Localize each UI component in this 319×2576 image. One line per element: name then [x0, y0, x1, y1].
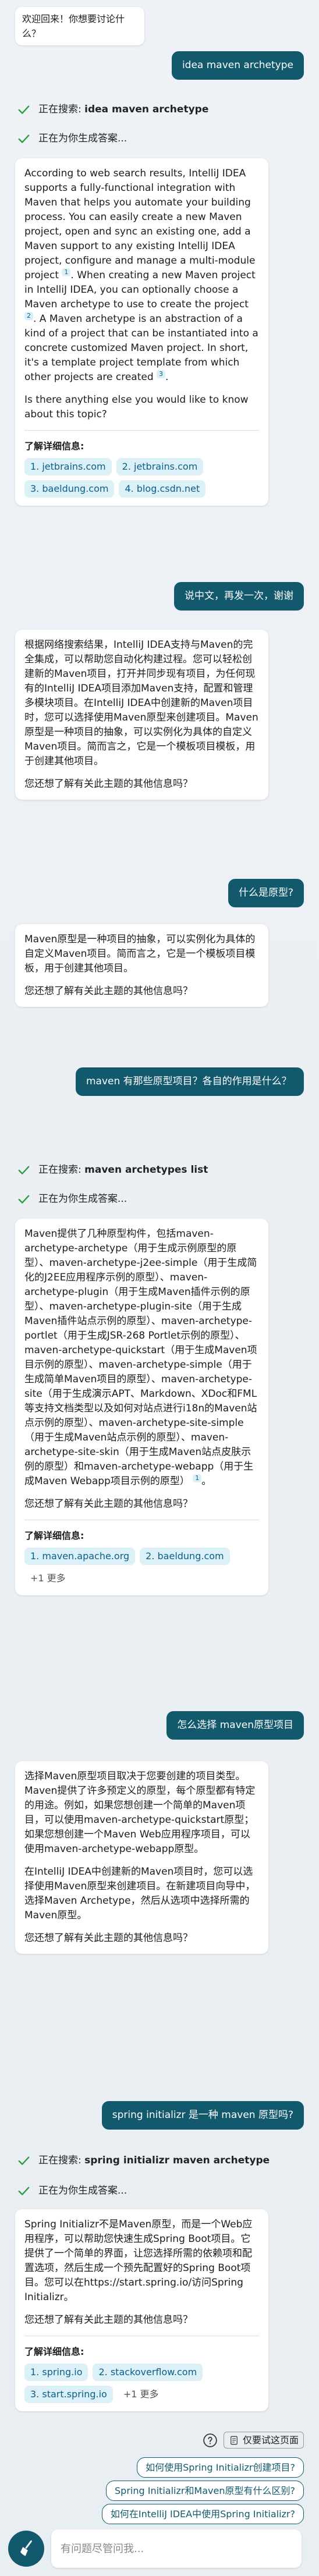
user-message-text: 说中文，再发一次，谢谢 [185, 590, 293, 602]
check-icon [18, 1165, 30, 1175]
help-icon[interactable] [203, 2433, 218, 2448]
answer-paragraph: 在IntelliJ IDEA中创建新的Maven项目时，您可以选择使用Maven… [24, 1866, 256, 1921]
user-message: 说中文，再发一次，谢谢 [174, 582, 304, 611]
citation-ref[interactable]: 1 [193, 1474, 202, 1483]
answer-paragraph: Maven原型是一种项目的抽象，可以实例化为具体的自定义Maven项目。简而言之… [24, 934, 256, 974]
feedback-row: 仅要试这页面 [203, 2432, 304, 2449]
search-status: 正在搜索: idea maven archetype [17, 102, 208, 117]
search-label: 正在搜索: [38, 1164, 81, 1176]
source-link[interactable]: 2. baeldung.com [140, 1548, 230, 1565]
search-status: 正在搜索: spring initializr maven archetype [17, 2153, 270, 2168]
input-placeholder: 有问题尽管问我... [61, 2542, 144, 2555]
answer-paragraph: 您还想了解有关此主题的其他信息吗？ [24, 1932, 193, 1944]
check-icon [18, 1194, 30, 1204]
generating-status: 正在为你生成答案... [17, 2184, 127, 2198]
composer-bar: 有问题尽管问我... [0, 2524, 319, 2576]
new-topic-button[interactable] [8, 2531, 44, 2567]
learn-more-title: 了解详细信息: [24, 1530, 84, 1541]
answer-paragraph: 您还想了解有关此主题的其他信息吗？ [24, 1498, 193, 1510]
bot-answer: 选择Maven原型项目取决于您要创建的项目类型。Maven提供了许多预定义的原型… [15, 1761, 268, 1954]
answer-paragraph: 选择Maven原型项目取决于您要创建的项目类型。Maven提供了许多预定义的原型… [24, 1770, 256, 1855]
suggestion-text: Spring Initializr和Maven原型有什么区别? [115, 2485, 295, 2496]
source-list: 1. spring.io 2. stackoverflow.com 3. sta… [24, 2364, 259, 2403]
suggestion-chip[interactable]: 如何在IntelliJ IDEA中使用Spring Initializr? [101, 2504, 304, 2524]
source-link[interactable]: 2. stackoverflow.com [93, 2364, 203, 2381]
source-link[interactable]: 4. blog.csdn.net [119, 480, 206, 498]
citation-ref[interactable]: 2 [24, 312, 33, 321]
answer-paragraph: Spring Initializr不是Maven原型，而是一个Web应用程序，可… [24, 2219, 253, 2303]
bot-answer: Maven原型是一种项目的抽象，可以实例化为具体的自定义Maven项目。简而言之… [15, 924, 268, 1007]
generating-status: 正在为你生成答案... [17, 1192, 127, 1207]
search-status: 正在搜索: maven archetypes list [17, 1163, 208, 1177]
user-message-text: spring initializr 是一种 maven 原型吗? [112, 2109, 293, 2121]
search-query: idea maven archetype [84, 104, 209, 115]
feedback-button[interactable]: 仅要试这页面 [223, 2432, 304, 2449]
user-message: maven 有那些原型项目？各自的作用是什么？ [76, 1067, 304, 1096]
bot-answer: Spring Initializr不是Maven原型，而是一个Web应用程序，可… [15, 2209, 268, 2411]
learn-more-title: 了解详细信息: [24, 2346, 84, 2357]
generating-label: 正在为你生成答案... [38, 133, 127, 144]
check-icon [18, 2186, 30, 2195]
answer-paragraph: 您还想了解有关此主题的其他信息吗？ [24, 2314, 193, 2326]
learn-more-title: 了解详细信息: [24, 441, 84, 452]
answer-paragraph: Maven提供了几种原型构件，包括maven-archetype-archety… [24, 1228, 257, 1487]
generating-status: 正在为你生成答案... [17, 132, 127, 146]
citation-ref[interactable]: 3 [157, 370, 166, 379]
answer-paragraph: 根据网络搜索结果，IntelliJ IDEA支持与Maven的完全集成，可以帮助… [24, 639, 258, 767]
suggestion-text: 如何使用Spring Initializr创建项目? [146, 2462, 295, 2473]
feedback-label: 仅要试这页面 [242, 2435, 299, 2446]
search-label: 正在搜索: [38, 2155, 81, 2166]
more-sources-button[interactable]: +1 更多 [118, 2386, 165, 2403]
user-message-text: 怎么选择 maven原型项目 [177, 1719, 293, 1731]
bot-answer: 根据网络搜索结果，IntelliJ IDEA支持与Maven的完全集成，可以帮助… [15, 630, 268, 800]
suggestion-text: 如何在IntelliJ IDEA中使用Spring Initializr? [110, 2508, 295, 2520]
search-label: 正在搜索: [38, 104, 81, 115]
source-link[interactable]: 3. start.spring.io [24, 2386, 113, 2403]
source-link[interactable]: 1. maven.apache.org [24, 1548, 136, 1565]
user-message-text: 什么是原型? [238, 887, 293, 899]
generating-label: 正在为你生成答案... [38, 2185, 127, 2197]
answer-paragraph: According to web search results, Intelli… [24, 168, 258, 383]
source-link[interactable]: 3. baeldung.com [24, 480, 115, 498]
check-icon [18, 2156, 30, 2165]
divider [24, 430, 259, 431]
more-sources-button[interactable]: +1 更多 [24, 1570, 72, 1587]
bot-answer: Maven提供了几种原型构件，包括maven-archetype-archety… [15, 1219, 268, 1595]
check-icon [18, 134, 30, 143]
page-icon [231, 2436, 238, 2444]
answer-paragraph: 您还想了解有关此主题的其他信息吗？ [24, 778, 193, 790]
user-message-text: idea maven archetype [182, 59, 293, 71]
user-message-text: maven 有那些原型项目？各自的作用是什么？ [86, 1076, 292, 1087]
source-link[interactable]: 1. spring.io [24, 2364, 88, 2381]
greeting-bubble: 欢迎回来！你想要讨论什么？ [15, 7, 144, 45]
user-message: 什么是原型? [228, 879, 304, 907]
citation-ref[interactable]: 1 [62, 268, 71, 277]
user-message: spring initializr 是一种 maven 原型吗? [101, 2101, 304, 2130]
generating-label: 正在为你生成答案... [38, 1193, 127, 1205]
search-query: spring initializr maven archetype [84, 2155, 270, 2166]
source-link[interactable]: 1. jetbrains.com [24, 458, 112, 476]
check-icon [18, 105, 30, 114]
broom-icon [20, 2540, 32, 2556]
greeting-text: 欢迎回来！你想要讨论什么？ [22, 13, 125, 39]
answer-paragraph: Is there anything else you would like to… [24, 394, 249, 420]
search-query: maven archetypes list [84, 1164, 208, 1176]
source-list: 1. jetbrains.com 2. jetbrains.com 3. bae… [24, 458, 259, 498]
source-link[interactable]: 2. jetbrains.com [116, 458, 204, 476]
suggestion-chip[interactable]: Spring Initializr和Maven原型有什么区别? [106, 2481, 304, 2501]
user-message: 怎么选择 maven原型项目 [166, 1711, 304, 1740]
source-list: 1. maven.apache.org 2. baeldung.com +1 更… [24, 1548, 259, 1587]
suggestion-chip[interactable]: 如何使用Spring Initializr创建项目? [137, 2457, 304, 2478]
bot-answer: According to web search results, Intelli… [15, 158, 268, 506]
user-message: idea maven archetype [171, 51, 304, 80]
answer-paragraph: 您还想了解有关此主题的其他信息吗？ [24, 985, 193, 997]
chat-input[interactable]: 有问题尽管问我... [51, 2529, 302, 2568]
